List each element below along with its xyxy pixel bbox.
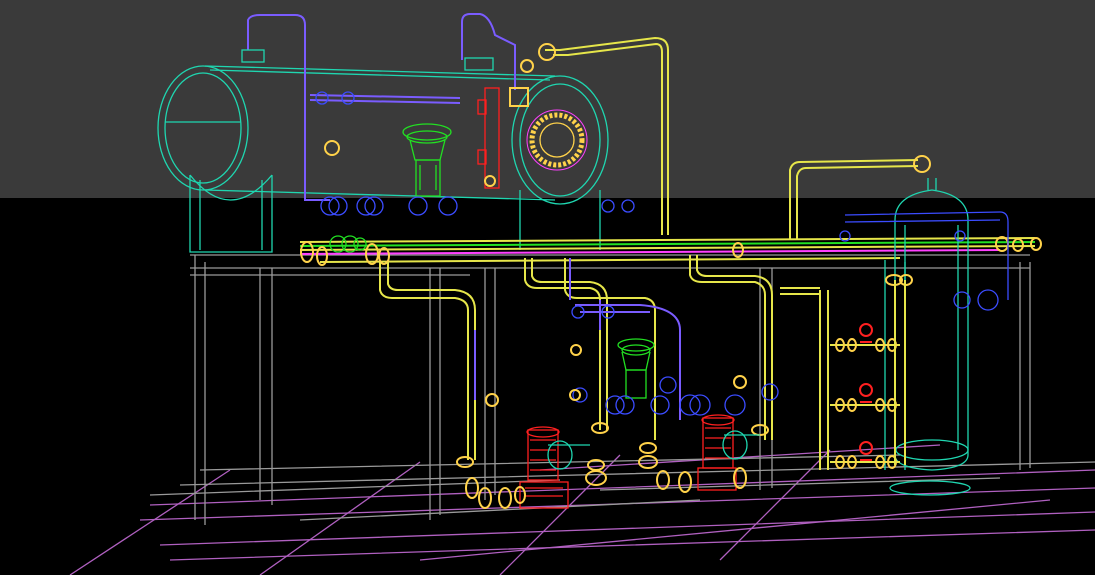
wireframe-model xyxy=(69,13,1095,575)
skid-floor xyxy=(69,444,1095,575)
mid-blue-flanges xyxy=(571,305,779,416)
vessel-nozzle-flanges xyxy=(241,49,494,71)
skid-steel-frame xyxy=(149,254,1095,525)
main-header-pipe xyxy=(299,237,1036,263)
vertical-scrubber-icon xyxy=(884,178,971,496)
cad-viewport[interactable] xyxy=(0,0,1095,575)
branch-pipes xyxy=(379,255,900,470)
scrubber-drain-pipe xyxy=(894,280,906,465)
scrubber-blue-outline xyxy=(839,211,1009,311)
vessel-bottom-flanges xyxy=(315,91,635,216)
elbow-flange-icon xyxy=(913,155,931,173)
mid-gauges xyxy=(485,344,747,407)
control-valve-icon xyxy=(402,123,452,197)
top-flange-icon xyxy=(538,43,556,61)
manway-flange-icon xyxy=(526,109,588,171)
relief-valve-flanges xyxy=(835,274,913,469)
pump-icon xyxy=(519,426,569,509)
overhead-gas-line xyxy=(545,36,919,240)
top-flange-icon xyxy=(520,59,534,73)
instrument-box-icon xyxy=(509,87,529,107)
gauge-icon xyxy=(324,140,340,156)
pump-icon xyxy=(697,414,737,491)
level-instrument-icon xyxy=(477,87,500,189)
vessel-top-nozzles xyxy=(247,13,516,201)
control-valve-icon xyxy=(617,338,655,399)
gauge-icon xyxy=(484,175,496,187)
